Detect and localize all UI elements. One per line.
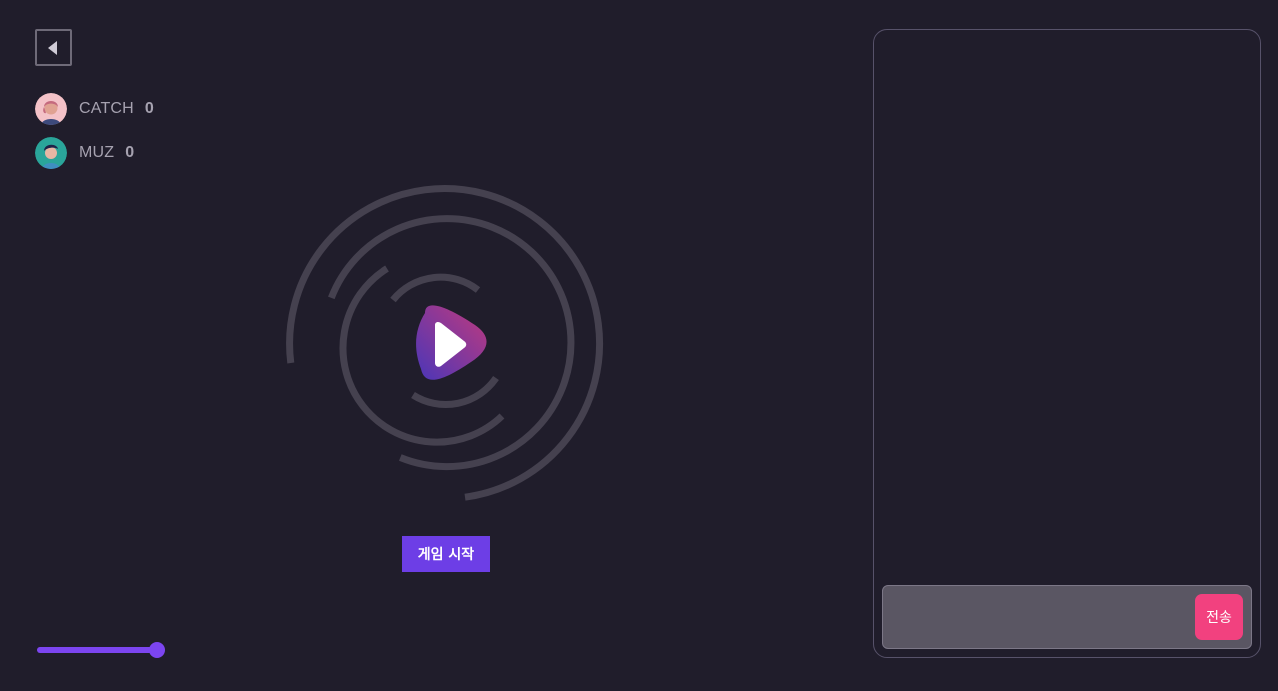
audio-rings-graphic	[286, 185, 604, 501]
volume-fill	[37, 647, 157, 653]
chat-input-bar: 전송	[882, 585, 1252, 649]
play-icon[interactable]	[416, 305, 487, 380]
volume-slider[interactable]	[37, 642, 165, 658]
start-game-button[interactable]: 게임 시작	[402, 536, 490, 572]
chat-input[interactable]	[891, 594, 1195, 642]
player-item: MUZ 0	[35, 137, 154, 169]
player-name: CATCH	[79, 100, 134, 117]
caret-left-icon	[47, 40, 57, 55]
player-score: 0	[125, 144, 135, 161]
volume-knob[interactable]	[149, 642, 165, 658]
player-item: CATCH 0	[35, 93, 154, 125]
game-screen: CATCH 0 MUZ 0 게임 시작 전송	[0, 0, 1278, 691]
player-score: 0	[144, 100, 154, 117]
chat-panel: 전송	[873, 29, 1261, 658]
send-button[interactable]: 전송	[1195, 594, 1243, 640]
player-list: CATCH 0 MUZ 0	[35, 93, 154, 181]
player-name: MUZ	[79, 144, 115, 161]
chat-messages	[882, 38, 1252, 581]
avatar	[35, 93, 67, 125]
back-button[interactable]	[35, 29, 72, 66]
avatar	[35, 137, 67, 169]
